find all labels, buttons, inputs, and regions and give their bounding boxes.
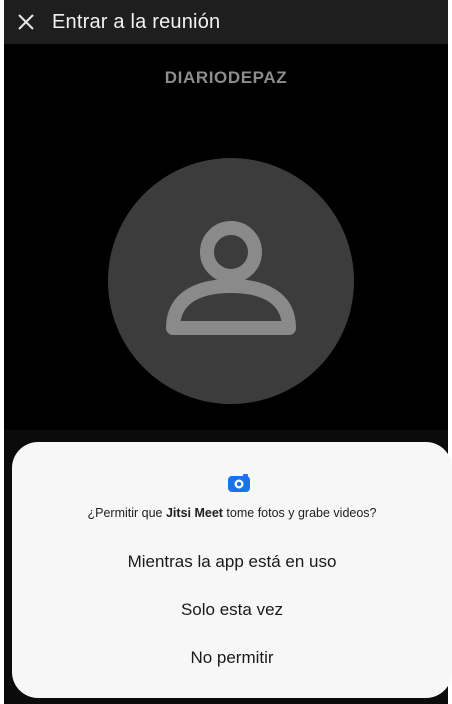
app-bar: Entrar a la reunión: [4, 0, 448, 44]
allow-once-button[interactable]: Solo esta vez: [42, 592, 422, 628]
deny-button[interactable]: No permitir: [42, 640, 422, 676]
room-name: DIARIODEPAZ: [164, 68, 288, 87]
user-placeholder-icon: [166, 221, 296, 335]
allow-while-using-button[interactable]: Mientras la app está en uso: [42, 544, 422, 580]
close-icon: [18, 14, 34, 30]
page-title: Entrar a la reunión: [52, 10, 221, 33]
question-suffix: tome fotos y grabe videos?: [222, 506, 377, 520]
camera-icon: [228, 474, 250, 492]
app-name: Jitsi Meet: [165, 506, 223, 520]
question-prefix: ¿Permitir que: [87, 506, 166, 520]
avatar: [108, 158, 354, 404]
close-button[interactable]: [6, 2, 46, 42]
permission-dialog: ¿Permitir que Jitsi Meet tome fotos y gr…: [12, 442, 452, 698]
permission-question: ¿Permitir que Jitsi Meet tome fotos y gr…: [12, 506, 452, 520]
